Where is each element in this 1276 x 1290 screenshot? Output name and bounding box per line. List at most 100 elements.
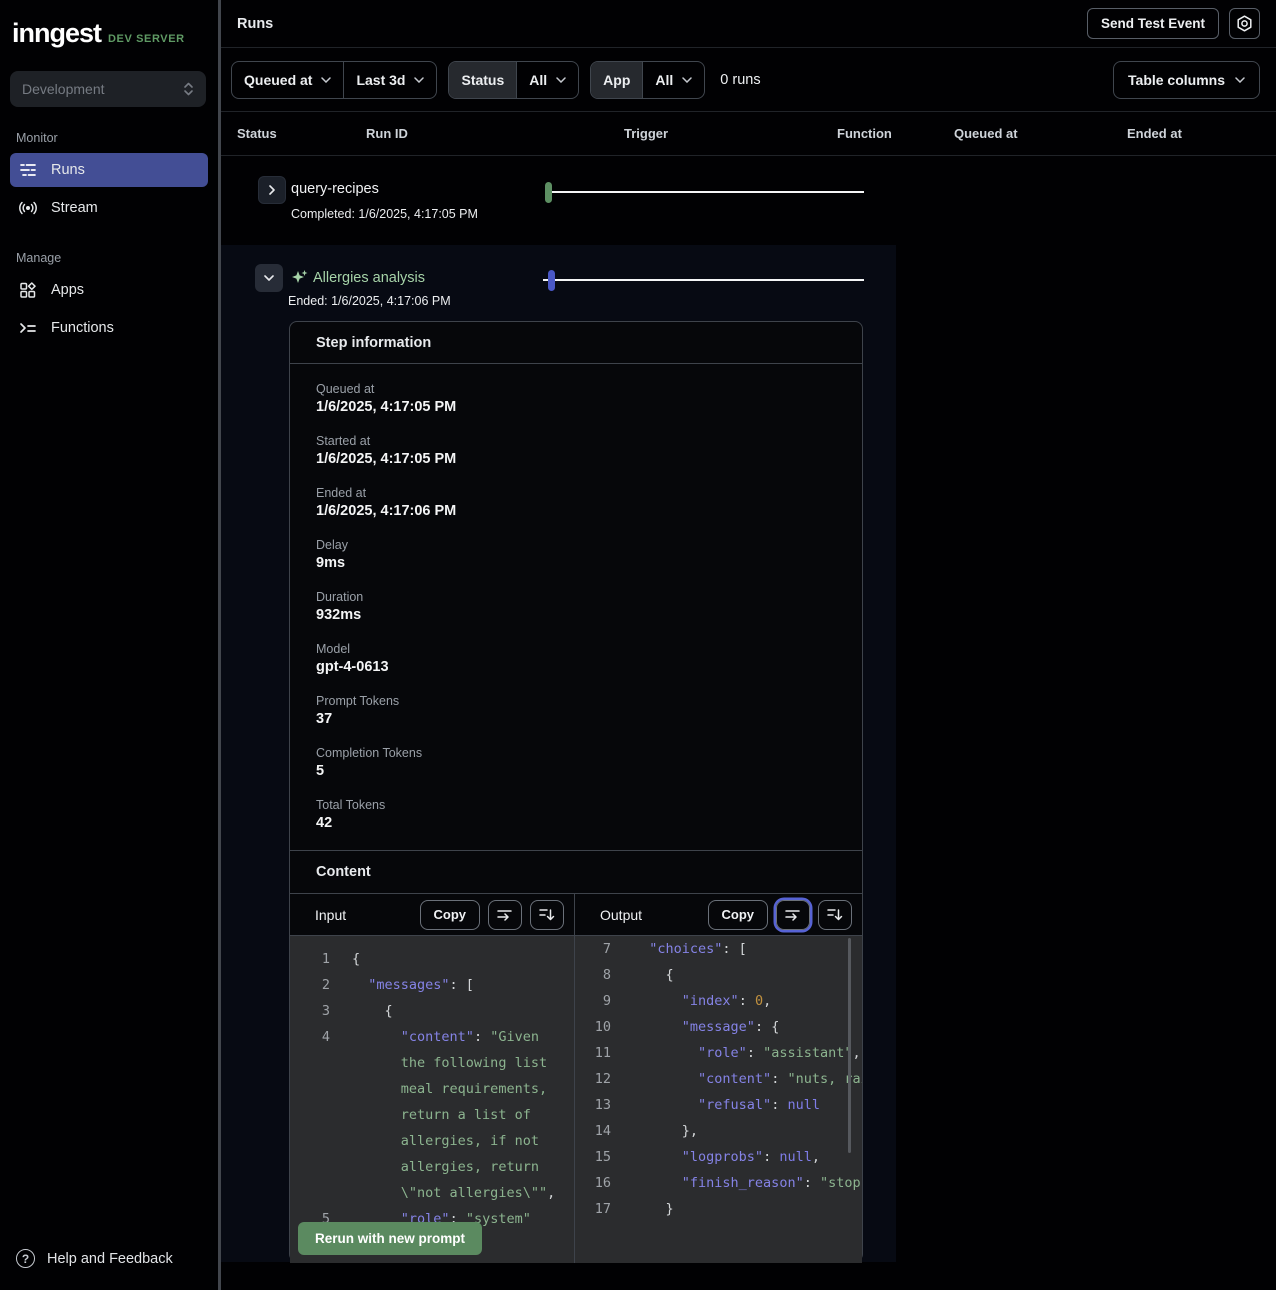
scroll-to-bottom-icon [539, 907, 555, 922]
expand-row-button[interactable] [258, 176, 286, 204]
code-line: 2 "messages": [ [304, 972, 574, 998]
timeline-line [543, 279, 864, 281]
environment-select[interactable]: Development [10, 71, 206, 107]
chevron-down-icon [556, 77, 566, 83]
word-wrap-button[interactable] [488, 900, 522, 930]
app-filter-value[interactable]: All [643, 62, 704, 98]
gear-icon [1236, 15, 1253, 32]
help-icon: ? [16, 1249, 35, 1268]
sidebar-item-apps[interactable]: Apps [10, 273, 208, 307]
main-content: Runs Send Test Event Queued at [221, 0, 1276, 1290]
run-name[interactable]: Allergies analysis [313, 270, 425, 286]
app-filter-label: App [591, 62, 642, 98]
sidebar: inngest DEV SERVER Development Monitor R… [0, 0, 218, 1290]
topbar: Runs Send Test Event [221, 0, 1276, 48]
settings-button[interactable] [1229, 8, 1260, 39]
output-title: Output [600, 907, 642, 923]
step-field: Duration932ms [316, 590, 862, 642]
code-line: 7 "choices": [ [585, 936, 862, 962]
code-line: 11 "role": "assistant", [585, 1040, 862, 1066]
send-test-event-button[interactable]: Send Test Event [1087, 8, 1219, 39]
ai-sparkles-icon [290, 268, 310, 288]
run-row-allergies-analysis[interactable]: Allergies analysis Ended: 1/6/2025, 4:17… [221, 245, 896, 1262]
stream-icon [19, 200, 37, 216]
column-header-function: Function [837, 126, 892, 141]
code-line: 17 } [585, 1196, 862, 1222]
code-line: 13 "refusal": null [585, 1092, 862, 1118]
run-status-line: Completed: 1/6/2025, 4:17:05 PM [291, 207, 478, 221]
output-code-editor[interactable]: 7 "choices": [8 {9 "index": 0,10 "messag… [575, 936, 862, 1263]
input-panel: Input Copy [290, 894, 575, 1263]
chevron-down-icon [1235, 77, 1245, 83]
code-line: 12 "content": "nuts, raisins", [585, 1066, 862, 1092]
sidebar-item-stream[interactable]: Stream [10, 191, 208, 225]
collapse-row-button[interactable] [255, 264, 283, 292]
column-header-trigger: Trigger [624, 126, 668, 141]
code-line: meal requirements, [304, 1076, 574, 1102]
app-window: inngest DEV SERVER Development Monitor R… [0, 0, 1276, 1290]
timeline-marker [545, 182, 552, 203]
run-row-header: Allergies analysis Ended: 1/6/2025, 4:17… [221, 245, 896, 321]
status-filter-label: Status [449, 62, 516, 98]
run-row-query-recipes[interactable]: query-recipes Completed: 1/6/2025, 4:17:… [221, 156, 1276, 245]
column-header-queued-at: Queued at [954, 126, 1018, 141]
scroll-to-bottom-button[interactable] [530, 900, 564, 930]
step-field: Ended at1/6/2025, 4:17:06 PM [316, 486, 862, 538]
step-field: Total Tokens42 [316, 798, 862, 850]
step-field: Modelgpt-4-0613 [316, 642, 862, 694]
rerun-with-new-prompt-button[interactable]: Rerun with new prompt [298, 1222, 482, 1255]
column-header-status: Status [237, 126, 277, 141]
environment-select-value: Development [22, 81, 105, 97]
runs-count: 0 runs [720, 72, 760, 88]
copy-output-button[interactable]: Copy [708, 900, 769, 930]
sidebar-item-functions[interactable]: Functions [10, 311, 208, 345]
sidebar-item-label: Functions [51, 320, 114, 336]
apps-icon [19, 282, 37, 298]
chevron-down-icon [414, 77, 424, 83]
table-header: Status Run ID Trigger Function Queued at… [221, 112, 1276, 156]
status-filter-value[interactable]: All [517, 62, 578, 98]
dev-server-badge: DEV SERVER [108, 33, 185, 45]
status-filter-group: Status All [448, 61, 579, 99]
step-field: Started at1/6/2025, 4:17:05 PM [316, 434, 862, 486]
copy-input-button[interactable]: Copy [420, 900, 481, 930]
step-field: Queued at1/6/2025, 4:17:05 PM [316, 382, 862, 434]
inngest-logo: inngest [12, 18, 101, 49]
step-field: Completion Tokens5 [316, 746, 862, 798]
table-columns-button[interactable]: Table columns [1113, 61, 1260, 99]
content-title: Content [290, 850, 862, 894]
queued-at-filter[interactable]: Queued at [232, 62, 343, 98]
output-panel: Output Copy [575, 894, 862, 1263]
code-line: return a list of [304, 1102, 574, 1128]
step-field: Prompt Tokens37 [316, 694, 862, 746]
scroll-to-bottom-icon [827, 907, 843, 922]
scroll-to-bottom-button[interactable] [818, 900, 852, 930]
code-line: 1{ [304, 946, 574, 972]
help-and-feedback[interactable]: ? Help and Feedback [0, 1249, 218, 1290]
code-line: the following list [304, 1050, 574, 1076]
functions-icon [19, 320, 37, 336]
input-code-editor[interactable]: 1{2 "messages": [3 {4 "content": "Given … [290, 936, 574, 1263]
code-line: allergies, if not [304, 1128, 574, 1154]
output-scrollbar[interactable] [848, 938, 851, 1153]
app-filter-group: App All [590, 61, 705, 99]
sidebar-item-runs[interactable]: Runs [10, 153, 208, 187]
page-title: Runs [237, 16, 273, 32]
word-wrap-button-active[interactable] [776, 900, 810, 930]
logo-row: inngest DEV SERVER [0, 0, 218, 63]
filter-bar: Queued at Last 3d Status All [221, 48, 1276, 112]
code-line: 9 "index": 0, [585, 988, 862, 1014]
column-header-run-id: Run ID [366, 126, 408, 141]
section-label-manage: Manage [16, 251, 218, 265]
time-range-filter[interactable]: Last 3d [344, 62, 436, 98]
chevron-down-icon [264, 275, 274, 281]
timeline-line [552, 191, 864, 193]
chevron-down-icon [682, 77, 692, 83]
code-line: 15 "logprobs": null, [585, 1144, 862, 1170]
chevron-down-icon [321, 77, 331, 83]
code-line: 4 "content": "Given [304, 1024, 574, 1050]
runs-icon [19, 162, 37, 178]
run-name[interactable]: query-recipes [291, 181, 379, 197]
code-line: allergies, return [304, 1154, 574, 1180]
word-wrap-icon [785, 907, 801, 922]
